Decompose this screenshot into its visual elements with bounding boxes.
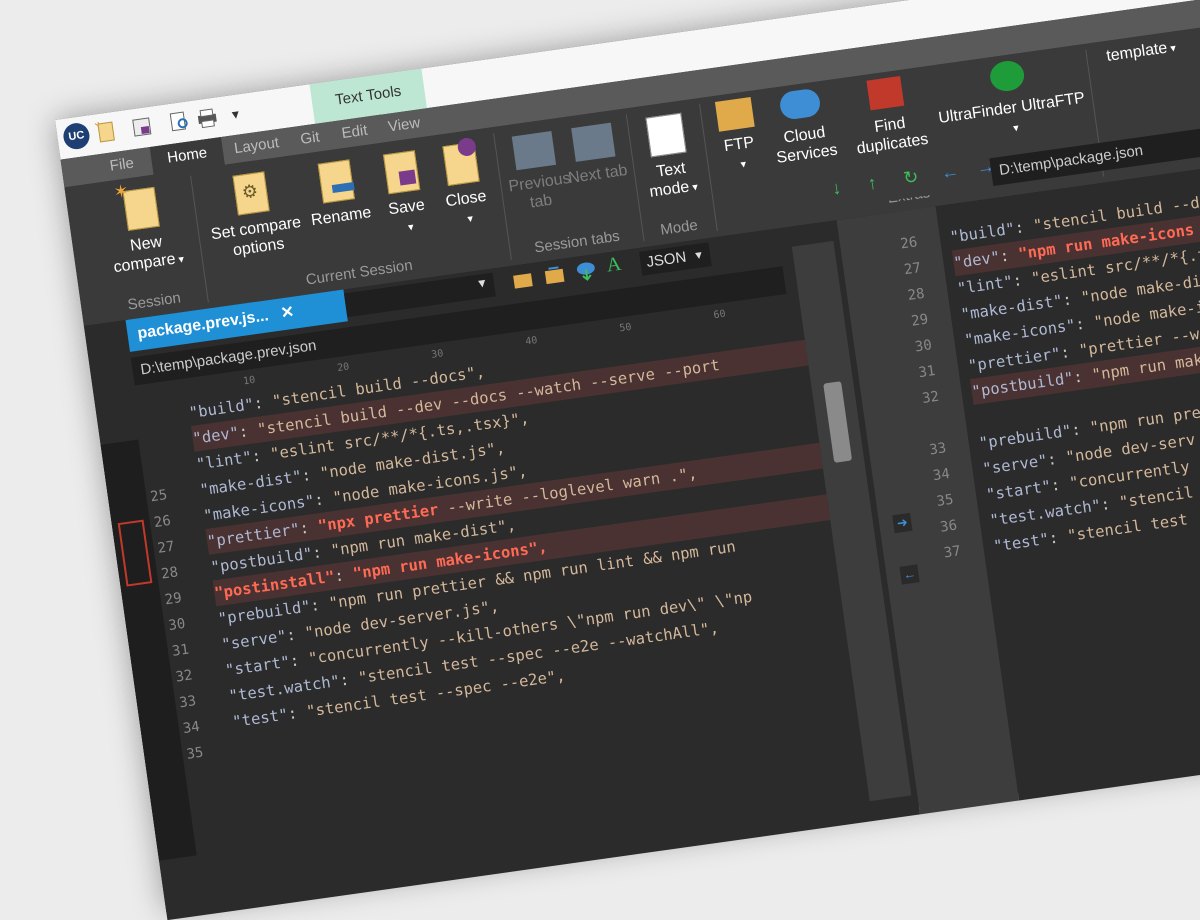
ultrafinder-button[interactable]: UltraFinder UltraFTP ▾ [931,51,1090,149]
code-token: : [298,517,320,538]
previous-tab-icon [511,131,557,171]
ruler-tick-label: 10 [242,374,256,388]
set-compare-options-button[interactable]: ⚙ Set compare options [199,167,310,264]
code-token: "lint" [195,447,254,474]
scroll-thumb[interactable] [823,381,853,463]
next-tab-icon [571,122,616,162]
rename-icon [317,159,355,204]
text-mode-icon [645,112,687,158]
rename-button[interactable]: Rename [298,157,378,231]
code-token: : [313,489,335,510]
new-icon[interactable] [94,120,119,145]
close-tab-icon[interactable]: ✕ [280,304,296,323]
code-token: "dev" [952,247,1002,273]
print-icon[interactable] [195,105,220,130]
previous-tab-button[interactable]: Previous tab [502,130,572,216]
open-folder-icon[interactable] [542,263,567,288]
ruler-tick-label: 40 [524,335,539,348]
code-token: : [1059,341,1081,363]
code-token: : [285,624,307,645]
format-select[interactable]: JSON ▼ [639,242,712,276]
arrow-left-icon[interactable]: ← [940,161,961,184]
code-token: : [338,669,360,690]
ftp-button[interactable]: FTP ▾ [705,96,771,179]
close-session-icon [442,136,480,186]
folder-icon[interactable] [510,267,535,292]
ultracompare-window: UC ▾ Text Tools File Home Layout Git Edi… [55,0,1200,920]
ruler-tick-label: 20 [336,361,351,375]
ultrafinder-icon [988,58,1027,94]
new-compare-button[interactable]: ✶ New compare▾ [94,181,195,281]
code-token: : [288,650,310,671]
uc-logo-icon[interactable]: UC [61,121,92,151]
code-token: : [1070,419,1092,440]
font-icon[interactable]: A [605,252,630,277]
code-token: : [1011,269,1033,291]
code-token: : [1099,493,1121,515]
code-token: : [250,445,272,466]
find-duplicates-icon [866,75,905,111]
code-token: "dev" [191,423,241,448]
print-preview-icon[interactable] [167,109,192,134]
cloud-services-button[interactable]: Cloud Services [760,85,846,169]
code-token: : [309,594,331,616]
save-icon[interactable] [129,115,154,140]
new-compare-icon: ✶ [112,181,160,231]
left-compare-pane: package.prev.js... ✕ ▼ A JSON ▼ D:\temp\p… [83,220,921,920]
next-diff-down-icon[interactable]: ↓ [831,177,843,199]
prev-diff-up-icon[interactable]: ↑ [866,172,878,194]
group-label-mode: Mode [659,216,699,239]
code-token: : [333,565,355,586]
code-token: : [1046,448,1068,470]
cloud-icon [778,87,822,121]
copy-right-icon[interactable]: ➜ [892,512,913,534]
copy-left-icon[interactable]: ← [899,564,920,585]
gear-icon: ⚙ [232,171,270,216]
next-tab-button[interactable]: Next tab [561,121,629,188]
ruler-tick-label: 60 [712,308,727,322]
line-number: 35 [185,744,205,763]
code-token: : [1013,216,1035,238]
customize-icon[interactable]: ▾ [230,100,255,125]
code-token: : [1049,474,1071,495]
ftp-icon [714,96,755,132]
text-mode-button[interactable]: Text mode▾ [633,111,706,205]
code-token: : [1047,527,1069,548]
code-token: : [286,702,308,724]
close-button[interactable]: Close ▾ [429,136,500,234]
code-token: : [252,392,274,414]
ruler-tick-label: 50 [618,321,633,335]
find-duplicates-button[interactable]: Find duplicates [836,72,942,161]
save-session-icon [383,150,421,195]
diff-marker [117,519,153,587]
code-token: : [1074,313,1096,334]
right-code-editor[interactable]: "build": "stencil build --do "dev": "npm … [948,158,1200,560]
code-token: "lint" [956,272,1015,298]
ruler-tick-label: 30 [430,348,445,361]
template-button[interactable]: template▾ [1095,36,1187,69]
code-token: "test" [231,705,290,732]
code-token: "test" [992,529,1051,556]
cloud-download-icon[interactable] [574,258,599,283]
refresh-icon[interactable]: ↻ [902,166,920,189]
